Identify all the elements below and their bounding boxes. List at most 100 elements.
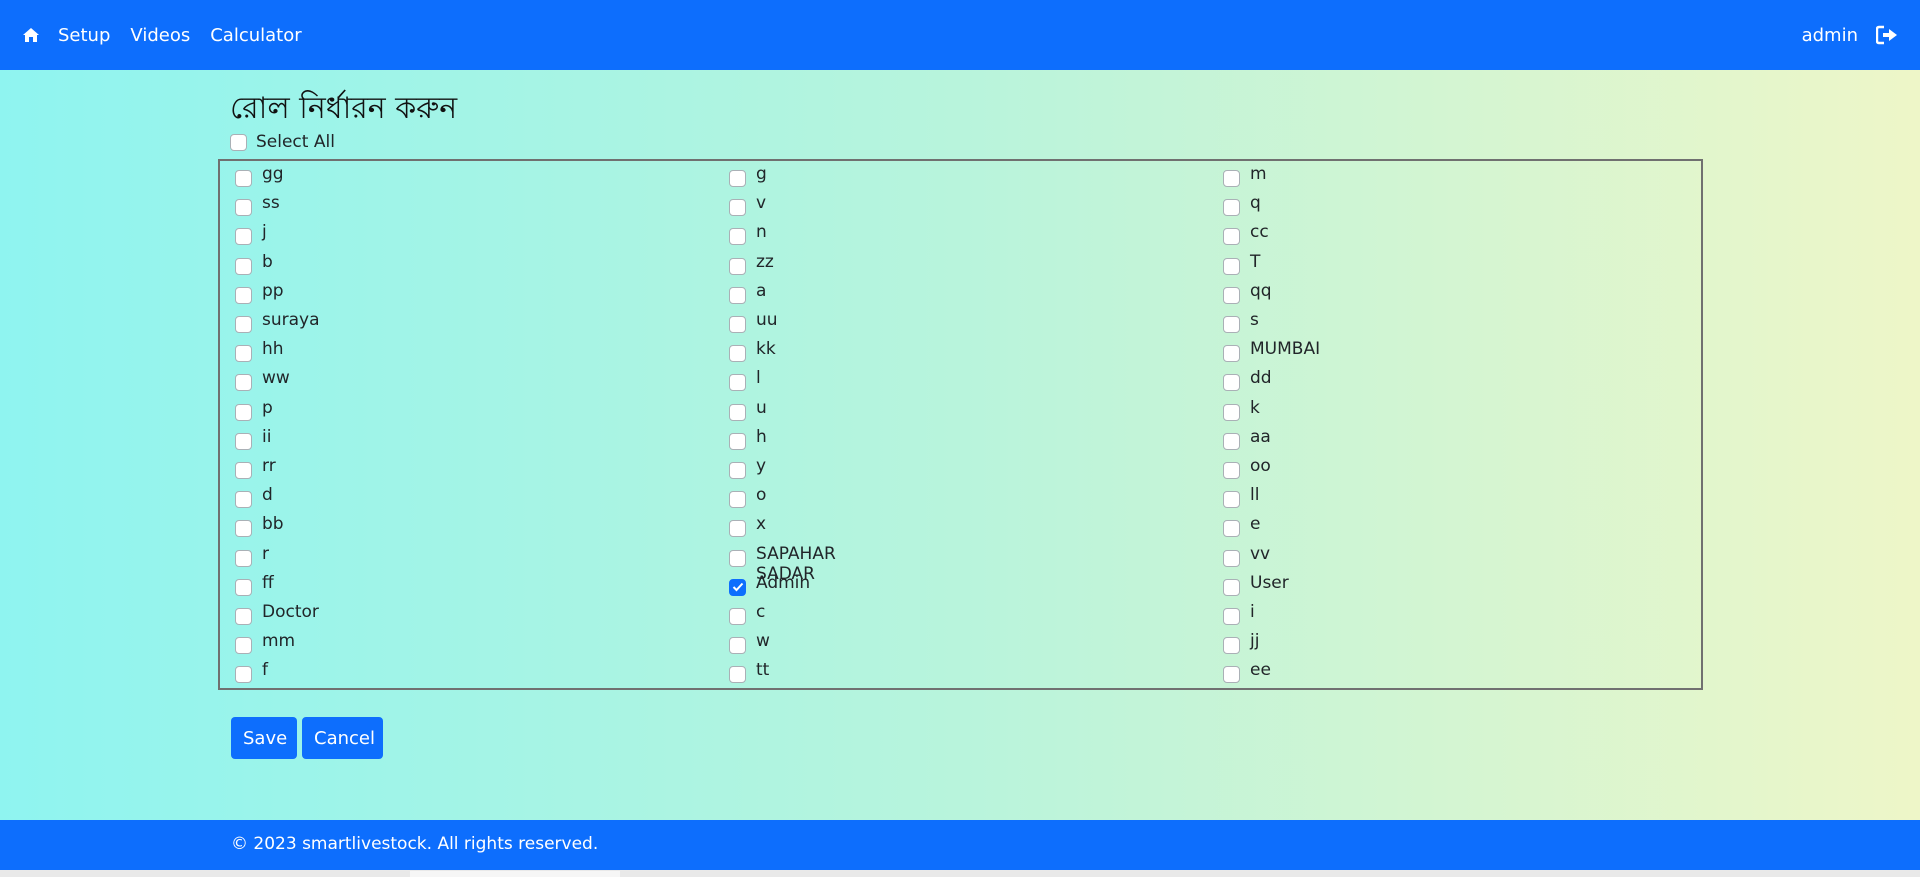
role-checkbox-item[interactable]: r [235, 544, 269, 573]
role-checkbox-item[interactable]: f [235, 660, 268, 689]
checkbox[interactable] [729, 520, 746, 538]
role-checkbox-item[interactable]: j [235, 222, 267, 251]
checkbox[interactable] [729, 637, 746, 655]
checkbox[interactable] [235, 316, 252, 333]
role-checkbox-item[interactable]: e [1223, 514, 1260, 543]
role-checkbox-item[interactable]: tt [729, 660, 769, 689]
checkbox[interactable] [729, 228, 746, 246]
checkbox[interactable] [729, 549, 746, 567]
role-checkbox-item[interactable]: MUMBAI [1223, 339, 1320, 368]
checkbox[interactable] [729, 286, 746, 304]
checkbox[interactable] [1223, 374, 1240, 392]
role-checkbox-item[interactable]: Admin [729, 573, 810, 602]
select-all-checkbox[interactable]: Select All [230, 132, 335, 152]
role-checkbox-item[interactable]: s [1223, 310, 1259, 339]
checkbox[interactable] [1223, 637, 1240, 655]
role-checkbox-item[interactable]: ww [235, 368, 290, 397]
role-checkbox-item[interactable]: i [1223, 602, 1255, 631]
horizontal-scrollbar[interactable] [0, 870, 1920, 877]
checkbox[interactable] [235, 637, 252, 655]
role-checkbox-item[interactable]: g [729, 164, 767, 193]
checkbox[interactable] [235, 257, 252, 275]
checkbox[interactable] [235, 578, 252, 596]
role-checkbox-item[interactable]: y [729, 456, 766, 485]
checkbox[interactable] [235, 170, 252, 187]
checkbox[interactable] [729, 491, 746, 509]
role-checkbox-item[interactable]: ll [1223, 485, 1259, 514]
checkbox[interactable] [729, 608, 746, 625]
role-checkbox-item[interactable]: v [729, 193, 766, 222]
role-checkbox-item[interactable]: dd [1223, 368, 1272, 397]
role-checkbox-item[interactable]: zz [729, 252, 774, 281]
role-checkbox-item[interactable]: u [729, 398, 767, 427]
role-checkbox-item[interactable]: kk [729, 339, 776, 368]
role-checkbox-item[interactable]: ss [235, 193, 280, 222]
checkbox[interactable] [1223, 199, 1240, 217]
role-checkbox-item[interactable]: k [1223, 398, 1260, 427]
save-button[interactable]: Save [231, 717, 297, 759]
checkbox[interactable] [235, 666, 252, 684]
checkbox[interactable] [235, 432, 252, 450]
role-checkbox-item[interactable]: qq [1223, 281, 1272, 310]
checkbox[interactable] [729, 257, 746, 275]
checkbox[interactable] [1223, 578, 1240, 596]
role-checkbox-item[interactable]: gg [235, 164, 284, 193]
checkbox[interactable] [235, 608, 252, 625]
checkbox[interactable] [235, 491, 252, 509]
checkbox[interactable] [235, 520, 252, 538]
nav-link-calculator[interactable]: Calculator [210, 25, 301, 46]
cancel-button[interactable]: Cancel [302, 717, 383, 759]
checkbox[interactable] [235, 345, 252, 363]
checkbox[interactable] [729, 316, 746, 333]
role-checkbox-item[interactable]: bb [235, 514, 284, 543]
role-checkbox-item[interactable]: m [1223, 164, 1267, 193]
checkbox[interactable] [1223, 608, 1240, 625]
checkbox[interactable] [1223, 462, 1240, 479]
role-checkbox-item[interactable]: ii [235, 427, 271, 456]
role-checkbox-item[interactable]: ee [1223, 660, 1271, 689]
role-checkbox-item[interactable]: oo [1223, 456, 1271, 485]
checkbox[interactable] [1223, 228, 1240, 246]
role-checkbox-item[interactable]: a [729, 281, 766, 310]
role-checkbox-item[interactable]: cc [1223, 222, 1269, 251]
checkbox[interactable] [1223, 257, 1240, 275]
role-checkbox-item[interactable]: rr [235, 456, 276, 485]
role-checkbox-item[interactable]: aa [1223, 427, 1271, 456]
role-checkbox-item[interactable]: ff [235, 573, 274, 602]
role-checkbox-item[interactable]: User [1223, 573, 1289, 602]
checkbox[interactable] [235, 228, 252, 246]
role-checkbox-item[interactable]: c [729, 602, 765, 631]
checkbox[interactable] [235, 199, 252, 217]
role-checkbox-item[interactable]: vv [1223, 544, 1270, 573]
role-checkbox-item[interactable]: d [235, 485, 273, 514]
role-checkbox-item[interactable]: b [235, 252, 273, 281]
user-name[interactable]: admin [1802, 25, 1858, 46]
checkbox[interactable] [235, 462, 252, 479]
checkbox[interactable] [235, 403, 252, 421]
checkbox[interactable] [235, 286, 252, 304]
sign-out-icon[interactable] [1876, 24, 1898, 46]
role-checkbox-item[interactable]: SAPAHAR SADAR [729, 544, 836, 584]
role-checkbox-item[interactable]: w [729, 631, 770, 660]
nav-link-setup[interactable]: Setup [58, 25, 110, 46]
checkbox[interactable] [729, 345, 746, 363]
checkbox[interactable] [729, 403, 746, 421]
role-checkbox-item[interactable]: l [729, 368, 761, 397]
checkbox[interactable] [729, 170, 746, 187]
role-checkbox-item[interactable]: jj [1223, 631, 1259, 660]
role-checkbox-item[interactable]: suraya [235, 310, 320, 339]
checkbox[interactable] [729, 199, 746, 217]
role-checkbox-item[interactable]: h [729, 427, 767, 456]
checkbox[interactable] [1223, 403, 1240, 421]
role-checkbox-item[interactable]: Doctor [235, 602, 319, 631]
scrollbar-thumb[interactable] [410, 871, 620, 877]
role-checkbox-item[interactable]: T [1223, 252, 1260, 281]
checkbox[interactable] [1223, 432, 1240, 450]
checkbox[interactable] [729, 666, 746, 684]
checkbox[interactable] [235, 549, 252, 567]
role-checkbox-item[interactable]: uu [729, 310, 778, 339]
checkbox[interactable] [729, 462, 746, 479]
role-checkbox-item[interactable]: x [729, 514, 766, 543]
role-checkbox-item[interactable]: p [235, 398, 273, 427]
checkbox[interactable] [1223, 316, 1240, 333]
